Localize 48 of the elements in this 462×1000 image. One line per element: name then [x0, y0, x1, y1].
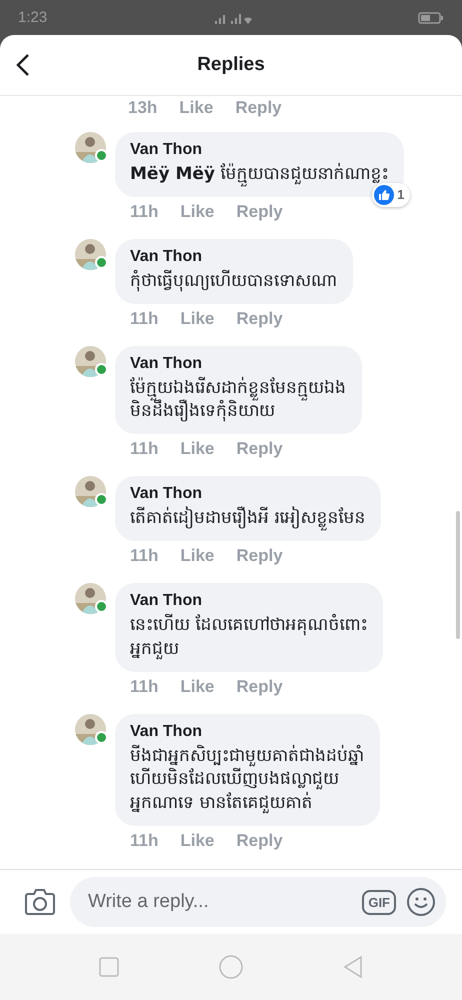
comment-time: 11h: [130, 676, 158, 697]
comment-author[interactable]: Van Thon: [130, 485, 366, 504]
comment-author[interactable]: Van Thon: [130, 141, 388, 159]
reply-link[interactable]: Reply: [236, 830, 283, 851]
comment-text: នេះហើយ ដែលគេហៅថាអគុណចំពោះ អ្នកជួយ: [130, 614, 368, 662]
status-time: 1:23: [18, 9, 48, 26]
comment-author[interactable]: Van Thon: [130, 354, 346, 373]
reaction-count: 1: [397, 187, 404, 202]
reply-link[interactable]: Reply: [236, 546, 283, 566]
like-link[interactable]: Like: [180, 308, 214, 329]
avatar-icon[interactable]: [75, 132, 106, 163]
comment-author[interactable]: Van Thon: [130, 722, 364, 741]
reaction-badge[interactable]: 1: [372, 182, 410, 207]
avatar-icon[interactable]: [75, 238, 106, 270]
avatar-icon[interactable]: [75, 582, 106, 614]
smiley-icon[interactable]: [406, 887, 436, 917]
avatar-icon[interactable]: [75, 346, 106, 377]
camera-icon[interactable]: [24, 888, 56, 916]
gif-button[interactable]: GIF: [362, 890, 396, 914]
reply-link[interactable]: Reply: [236, 308, 283, 329]
like-link[interactable]: Like: [180, 676, 214, 697]
reply-link[interactable]: Reply: [236, 676, 283, 697]
thumbs-up-icon: [374, 184, 394, 205]
avatar-icon[interactable]: [75, 714, 106, 745]
like-link[interactable]: Like: [180, 202, 214, 222]
comment-time: 11h: [130, 308, 158, 329]
reply-link[interactable]: Reply: [235, 98, 282, 118]
reply-link[interactable]: Reply: [236, 439, 283, 460]
comment-time: 11h: [130, 830, 158, 851]
like-link[interactable]: Like: [180, 830, 214, 851]
like-link[interactable]: Like: [180, 546, 214, 566]
comment-time: 11h: [130, 202, 158, 222]
battery-icon: [418, 12, 444, 24]
comment-text: តើគាត់ដៀមដាមរឿងអី រអៀសខ្លួនមែន: [130, 507, 366, 531]
comment-text: មីងជាអ្នកសិប្បះជាមួយគាត់ជាងដប់ឆ្នាំ ហើយមិនដែលឃើញបងផល្លាជួយ អ្នកណាទេ មានតែគេជួយគាត់: [130, 744, 364, 816]
comment-text: កុំថាធ្វើបុណ្យហើយបានទោសណា: [130, 270, 337, 294]
reply-field[interactable]: Write a reply... GIF: [70, 877, 446, 927]
comment-time: 13h: [128, 98, 158, 118]
comment-author[interactable]: Van Thon: [130, 248, 337, 266]
like-link[interactable]: Like: [179, 98, 214, 118]
comment-text: ម៉ែក្មួយឯងរើសដាក់ខ្លួនមែនក្មួយឯង មិនដឹងរឿងទេកុំនិយាយ: [130, 376, 346, 424]
comment-time: 11h: [130, 439, 158, 460]
header-title: Replies: [197, 54, 265, 76]
like-link[interactable]: Like: [180, 439, 214, 460]
reply-link[interactable]: Reply: [236, 202, 283, 222]
avatar-icon[interactable]: [75, 476, 106, 508]
comment-author[interactable]: Van Thon: [130, 592, 368, 610]
comment-time: 11h: [130, 546, 158, 566]
